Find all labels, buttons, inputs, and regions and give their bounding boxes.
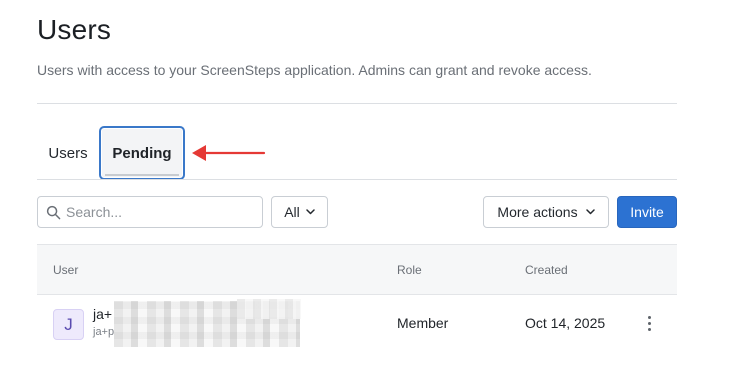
tab-bar: Users Pending: [37, 126, 677, 180]
search-icon: [46, 205, 61, 219]
filter-dropdown[interactable]: All: [271, 196, 328, 228]
column-header-created[interactable]: Created: [525, 263, 568, 277]
redacted-block: [237, 299, 301, 319]
more-actions-button[interactable]: More actions: [483, 196, 609, 228]
user-role: Member: [397, 315, 449, 331]
annotation-arrow-icon: [192, 145, 266, 161]
tab-bar-divider: [37, 179, 677, 180]
tab-users[interactable]: Users: [37, 126, 99, 180]
table-header: User Role Created: [37, 244, 677, 295]
table-row[interactable]: J ja+ ja+p Member Oct 14, 2025: [37, 295, 677, 351]
more-actions-label: More actions: [497, 204, 578, 220]
column-header-user[interactable]: User: [53, 263, 78, 277]
page-subtitle: Users with access to your ScreenSteps ap…: [37, 62, 592, 78]
user-name: ja+: [93, 306, 113, 322]
filter-selected-label: All: [284, 204, 300, 220]
avatar: J: [53, 309, 84, 340]
column-header-role[interactable]: Role: [397, 263, 422, 277]
chevron-down-icon: [585, 209, 595, 215]
tab-pending[interactable]: Pending: [99, 126, 185, 180]
search-input[interactable]: [66, 204, 256, 220]
chevron-down-icon: [306, 209, 315, 215]
page-title: Users: [37, 14, 112, 45]
invite-button[interactable]: Invite: [617, 196, 677, 228]
user-email: ja+p: [93, 326, 115, 338]
search-field[interactable]: [37, 196, 263, 228]
header-divider: [37, 103, 677, 104]
row-actions-menu-icon[interactable]: [641, 313, 657, 333]
user-created-date: Oct 14, 2025: [525, 315, 606, 331]
